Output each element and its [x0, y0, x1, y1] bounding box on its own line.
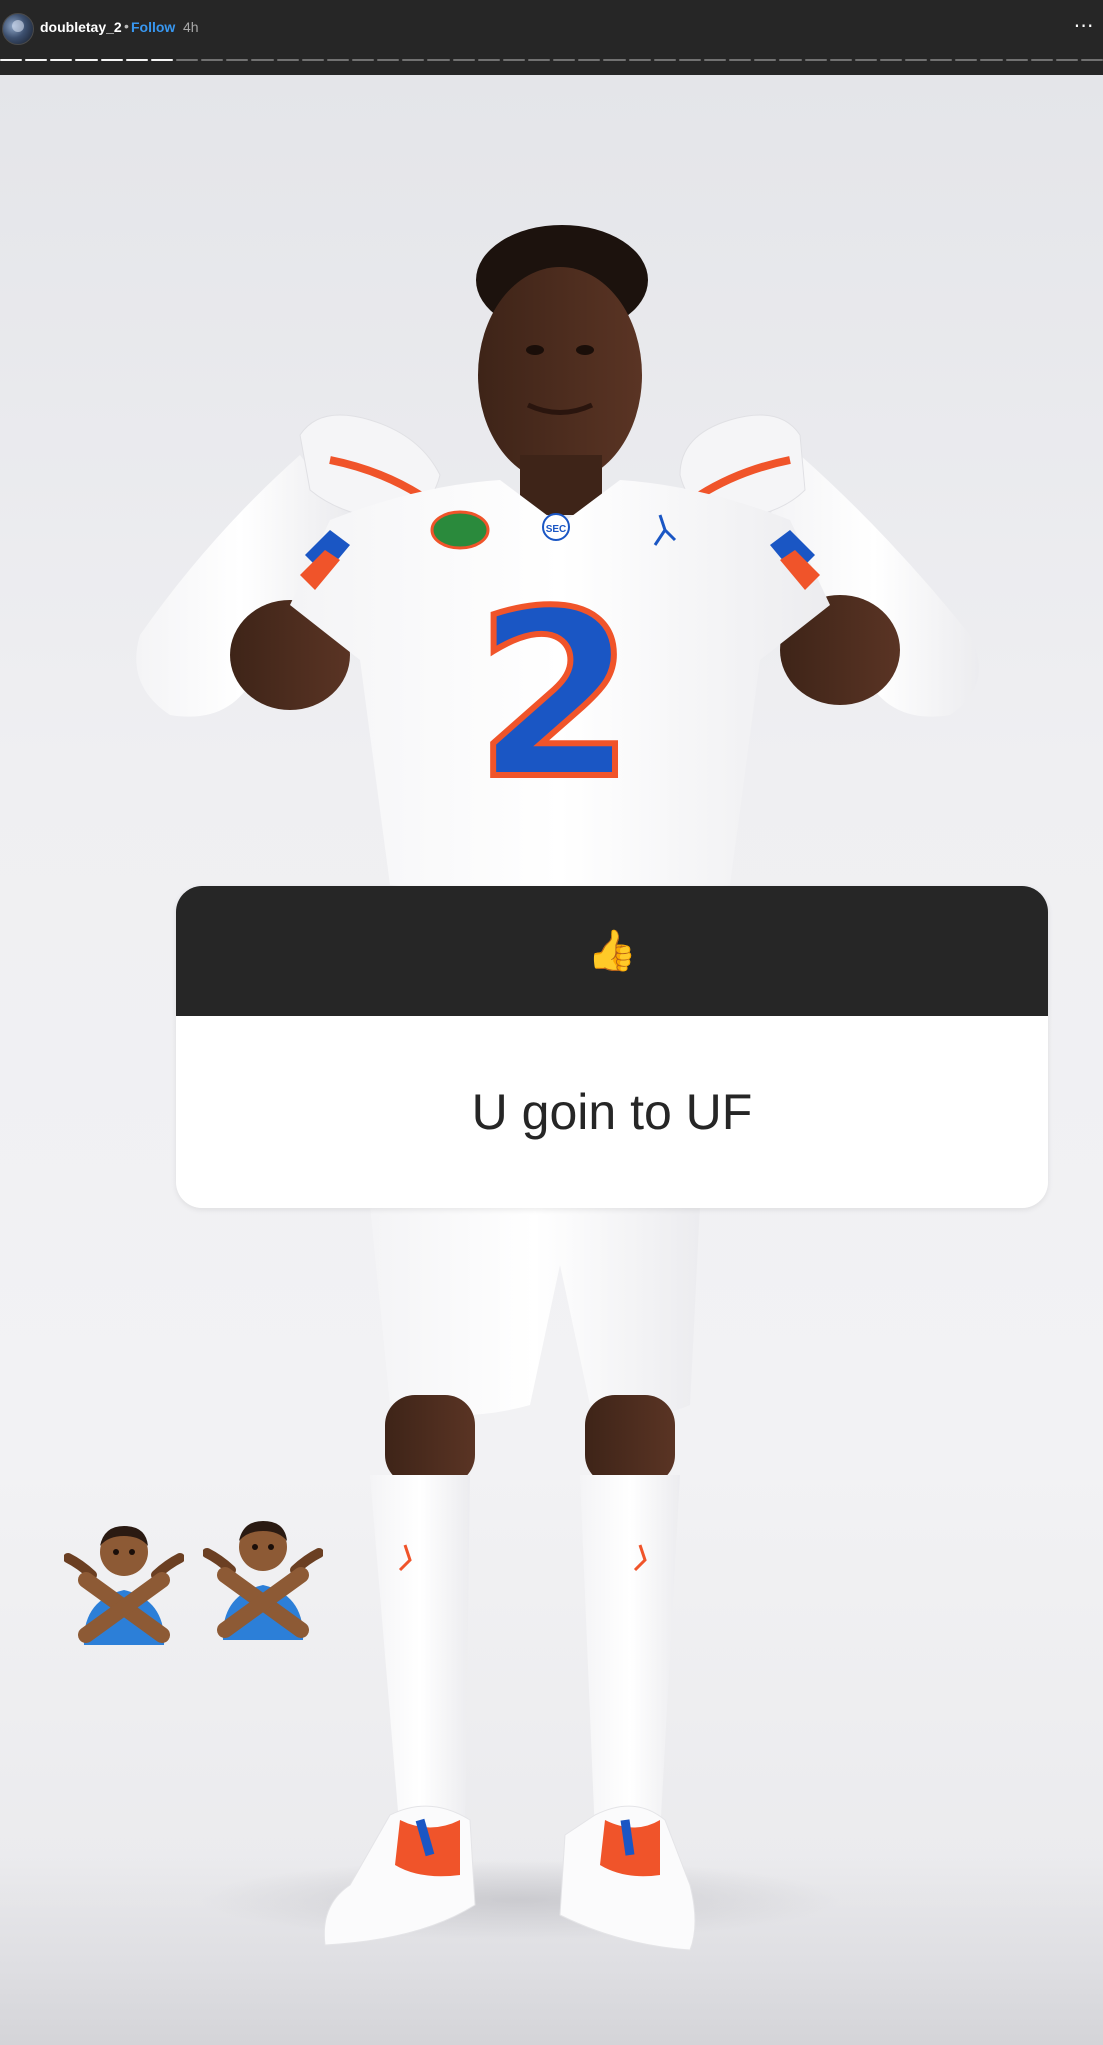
progress-segment [25, 59, 48, 61]
progress-segment [100, 59, 123, 61]
progress-segment [276, 59, 299, 61]
progress-segment [653, 59, 676, 61]
separator-dot: • [124, 18, 129, 34]
progress-segment [980, 59, 1003, 61]
progress-segment [175, 59, 199, 61]
question-text: U goin to UF [471, 1084, 753, 1140]
progress-segment [729, 59, 752, 61]
story-progress-bar [0, 59, 1103, 62]
person-gesturing-no-icon [203, 1521, 323, 1640]
progress-segment [477, 59, 500, 61]
follow-button[interactable]: Follow [131, 19, 175, 35]
progress-segment [905, 59, 928, 61]
sticker-header: 👍 [176, 886, 1048, 1016]
progress-segment [955, 59, 978, 61]
more-options-icon[interactable]: ⋯ [1071, 16, 1097, 40]
progress-segment [251, 59, 274, 61]
progress-segment [351, 59, 375, 61]
progress-segment [402, 59, 425, 61]
progress-segment [1030, 59, 1053, 61]
progress-segment [125, 59, 148, 61]
progress-segment [377, 59, 400, 61]
progress-segment [930, 59, 953, 61]
jersey-number: 2 [475, 563, 635, 830]
progress-segment [201, 59, 224, 61]
progress-segment [854, 59, 877, 61]
progress-segment [75, 59, 98, 61]
person-gesturing-no-icon [64, 1526, 184, 1645]
progress-segment [1055, 59, 1079, 61]
progress-segment [301, 59, 324, 61]
progress-segment [829, 59, 852, 61]
progress-segment [779, 59, 802, 61]
progress-segment [326, 59, 349, 61]
post-time: 4h [183, 19, 199, 35]
progress-segment [804, 59, 827, 61]
progress-segment [50, 59, 73, 61]
svg-text:SEC: SEC [546, 524, 567, 535]
thumbs-up-icon: 👍 [587, 928, 637, 974]
progress-segment [452, 59, 475, 61]
avatar[interactable] [2, 13, 34, 45]
progress-segment [1081, 59, 1103, 61]
username[interactable]: doubletay_2 [40, 19, 122, 35]
story-header: doubletay_2 • Follow 4h ⋯ [0, 0, 1103, 75]
progress-segment [0, 59, 23, 61]
progress-segment [879, 59, 903, 61]
progress-segment [754, 59, 777, 61]
progress-segment [603, 59, 626, 61]
progress-segment [150, 59, 173, 61]
progress-segment [427, 59, 450, 61]
progress-segment [553, 59, 576, 61]
sticker-body: U goin to UF [176, 1016, 1048, 1208]
question-sticker[interactable]: 👍 U goin to UF [176, 886, 1048, 1208]
progress-segment [703, 59, 727, 61]
progress-segment [1005, 59, 1028, 61]
progress-segment [628, 59, 651, 61]
progress-segment [527, 59, 551, 61]
progress-segment [578, 59, 601, 61]
progress-segment [678, 59, 701, 61]
progress-segment [226, 59, 249, 61]
progress-segment [502, 59, 525, 61]
